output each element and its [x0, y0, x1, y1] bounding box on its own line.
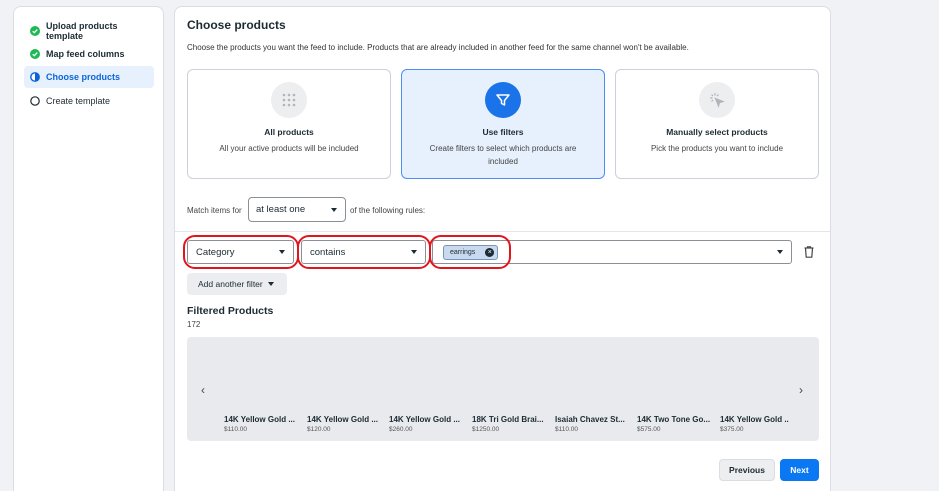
option-title: All products — [264, 127, 314, 137]
option-description: Pick the products you want to include — [650, 144, 784, 153]
product-card[interactable]: Isaiah Chavez St... $110.00 — [555, 415, 631, 433]
product-name: 14K Yellow Gold .. — [720, 415, 789, 424]
option-title: Use filters — [482, 127, 524, 137]
product-name: 18K Tri Gold Brai... — [472, 415, 544, 424]
match-mode-select[interactable]: at least one — [248, 197, 346, 222]
filtered-products-count: 172 — [187, 320, 201, 329]
match-prefix: Match items for — [187, 206, 242, 215]
filter-operator-value: contains — [310, 246, 346, 258]
product-name: 14K Yellow Gold ... — [307, 415, 378, 424]
chevron-down-icon — [279, 250, 285, 254]
product-card[interactable]: 14K Yellow Gold ... $120.00 — [307, 415, 383, 433]
page-title: Choose products — [187, 18, 286, 32]
filtered-products-title: Filtered Products — [187, 305, 274, 317]
empty-circle-icon — [30, 96, 40, 106]
filter-operator-select[interactable]: contains — [301, 240, 426, 264]
step-choose-products[interactable]: Choose products — [24, 66, 154, 88]
product-carousel: ‹ › 14K Yellow Gold ... $110.00 14K Yell… — [187, 337, 819, 441]
option-all-products[interactable]: All products All your active products wi… — [187, 69, 391, 179]
chevron-down-icon — [268, 282, 274, 286]
half-circle-icon — [30, 72, 40, 82]
filter-value-input[interactable]: earrings × — [432, 240, 792, 264]
product-card[interactable]: 14K Yellow Gold ... $260.00 — [389, 415, 465, 433]
cursor-select-icon — [699, 82, 735, 118]
step-upload-products-template[interactable]: Upload products template — [24, 20, 154, 42]
product-name: 14K Yellow Gold ... — [224, 415, 295, 424]
chevron-right-icon[interactable]: › — [799, 383, 803, 397]
steps-sidebar: Upload products template Map feed column… — [13, 6, 164, 491]
option-title: Manually select products — [666, 127, 768, 137]
option-description: Create filters to select which products … — [429, 144, 577, 166]
next-button[interactable]: Next — [780, 459, 819, 481]
choose-products-panel: Choose products Choose the products you … — [174, 6, 831, 491]
product-price: $110.00 — [224, 426, 248, 433]
chip-label: earrings — [450, 248, 476, 256]
product-price: $110.00 — [555, 426, 579, 433]
match-mode-value: at least one — [256, 204, 306, 215]
check-circle-icon — [30, 49, 40, 59]
divider — [175, 231, 830, 232]
product-card[interactable]: 14K Two Tone Go... $575.00 — [637, 415, 713, 433]
grid-dots-icon — [271, 82, 307, 118]
product-name: 14K Two Tone Go... — [637, 415, 711, 424]
add-filter-label: Add another filter — [198, 279, 263, 289]
chevron-down-icon — [411, 250, 417, 254]
filter-field-select[interactable]: Category — [187, 240, 294, 264]
product-card[interactable]: 14K Yellow Gold ... $110.00 — [224, 415, 300, 433]
step-label: Upload products template — [46, 21, 118, 41]
filter-field-value: Category — [196, 246, 235, 258]
product-price: $1250.00 — [472, 426, 500, 433]
step-label: Map feed columns — [46, 49, 125, 59]
product-card[interactable]: 14K Yellow Gold .. $375.00 — [720, 415, 796, 433]
step-map-feed-columns[interactable]: Map feed columns — [24, 43, 154, 65]
option-manually-select-products[interactable]: Manually select products Pick the produc… — [615, 69, 819, 179]
product-name: 14K Yellow Gold ... — [389, 415, 460, 424]
match-suffix: of the following rules: — [350, 206, 426, 215]
product-name: Isaiah Chavez St... — [555, 415, 625, 424]
check-circle-icon — [30, 26, 40, 36]
product-price: $260.00 — [389, 426, 413, 433]
filter-icon — [485, 82, 521, 118]
chevron-left-icon[interactable]: ‹ — [201, 383, 205, 397]
add-another-filter-button[interactable]: Add another filter — [187, 273, 287, 295]
step-label: Choose products — [46, 72, 121, 82]
product-price: $375.00 — [720, 426, 744, 433]
close-icon[interactable]: × — [485, 247, 495, 257]
product-card[interactable]: 18K Tri Gold Brai... $1250.00 — [472, 415, 548, 433]
step-label: Create template — [46, 96, 111, 106]
product-price: $575.00 — [637, 426, 661, 433]
value-chip: earrings × — [443, 244, 499, 260]
option-use-filters[interactable]: Use filters Create filters to select whi… — [401, 69, 605, 179]
previous-button[interactable]: Previous — [719, 459, 775, 481]
option-description: All your active products will be include… — [219, 144, 359, 153]
page-subtitle: Choose the products you want the feed to… — [187, 43, 689, 52]
product-price: $120.00 — [307, 426, 331, 433]
chevron-down-icon — [331, 208, 337, 212]
chevron-down-icon — [777, 250, 783, 254]
step-create-template[interactable]: Create template — [24, 90, 154, 112]
trash-icon[interactable] — [804, 245, 814, 263]
